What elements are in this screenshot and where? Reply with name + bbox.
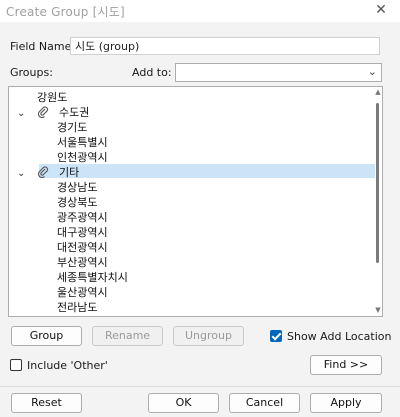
vertical-scrollbar[interactable]: ▲ ▼ xyxy=(374,87,382,316)
paperclip-icon xyxy=(37,106,49,118)
close-icon[interactable]: ✕ xyxy=(372,1,390,19)
rename-button[interactable]: Rename xyxy=(92,326,163,346)
include-other-checkbox[interactable] xyxy=(10,359,22,371)
group-button[interactable]: Group xyxy=(11,326,82,346)
tree-item[interactable]: 인천광역시 xyxy=(57,150,108,165)
tree-group-item[interactable]: 수도권 xyxy=(59,105,89,120)
tree-item[interactable]: 경기도 xyxy=(57,120,87,135)
reset-button[interactable]: Reset xyxy=(11,393,82,413)
tree-item[interactable]: 서울특별시 xyxy=(57,135,108,150)
tree-item[interactable]: 경상남도 xyxy=(57,180,97,195)
chevron-down-icon: ⌄ xyxy=(367,65,377,78)
paperclip-icon xyxy=(37,166,49,178)
tree-item[interactable]: 강원도 xyxy=(37,90,67,105)
add-to-dropdown[interactable]: ⌄ xyxy=(175,63,382,82)
find-button[interactable]: Find >> xyxy=(310,355,382,375)
show-add-location-checkbox[interactable] xyxy=(270,330,282,342)
tree-item[interactable]: 광주광역시 xyxy=(57,210,108,225)
scroll-up-icon[interactable]: ▲ xyxy=(374,88,382,96)
include-other-label: Include 'Other' xyxy=(27,359,108,372)
tree-item[interactable]: 경상북도 xyxy=(57,195,97,210)
show-add-location-label: Show Add Location xyxy=(287,330,392,343)
tree-item[interactable]: 대전광역시 xyxy=(57,240,108,255)
scroll-down-icon[interactable]: ▼ xyxy=(374,306,382,314)
add-to-label: Add to: xyxy=(132,66,172,79)
tree-item[interactable]: 부산광역시 xyxy=(57,255,108,270)
scrollbar-thumb[interactable] xyxy=(376,103,379,263)
ungroup-button[interactable]: Ungroup xyxy=(173,326,244,346)
title-bar: Create Group [시도] ✕ xyxy=(0,0,400,22)
tree-item[interactable]: 대구광역시 xyxy=(57,225,108,240)
divider xyxy=(0,386,400,387)
tree-item[interactable]: 세종특별자치시 xyxy=(57,270,128,285)
window-title: Create Group [시도] xyxy=(6,5,125,19)
field-name-label: Field Name: xyxy=(10,40,76,53)
field-name-input[interactable]: 시도 (group) xyxy=(70,37,380,55)
tree-item[interactable]: 전라남도 xyxy=(57,300,97,315)
selection-highlight xyxy=(39,164,375,178)
expand-toggle-icon[interactable]: ⌄ xyxy=(17,109,27,119)
tree-item[interactable]: 울산광역시 xyxy=(57,285,108,300)
cancel-button[interactable]: Cancel xyxy=(229,393,300,413)
expand-toggle-icon[interactable]: ⌄ xyxy=(17,169,27,179)
tree-group-item-selected[interactable]: 기타 xyxy=(59,165,79,180)
groups-tree[interactable]: 강원도 ⌄ 수도권 경기도 서울특별시 인천광역시 ⌄ 기타 경상남도 경상북도… xyxy=(8,86,383,317)
groups-label: Groups: xyxy=(10,66,53,79)
ok-button[interactable]: OK xyxy=(148,393,219,413)
apply-button[interactable]: Apply xyxy=(310,393,382,413)
